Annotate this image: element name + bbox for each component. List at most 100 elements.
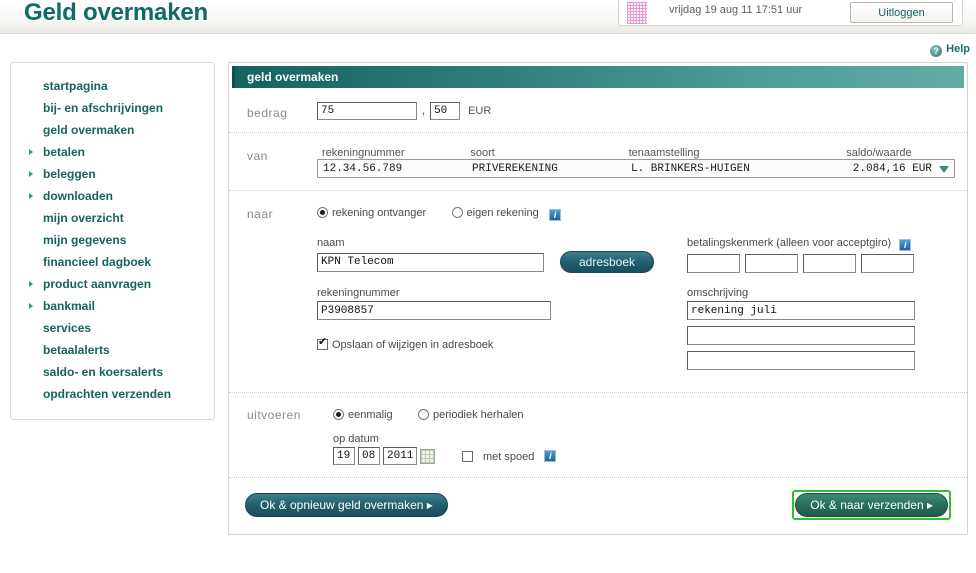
from-account-section: van rekeningnummer soort tenaamstelling … xyxy=(229,133,967,191)
question-mark-icon: ? xyxy=(930,45,943,57)
from-account-balance: 2.084,16 EUR xyxy=(852,162,932,175)
radio-icon-unselected xyxy=(417,409,429,420)
sidebar-item-label: betalen xyxy=(43,145,86,159)
radio-periodiek-herhalen[interactable]: periodiek herhalen xyxy=(417,407,524,421)
sidebar-item-label: product aanvragen xyxy=(43,277,152,291)
betalingskenmerk-input-4[interactable] xyxy=(861,254,914,273)
sidebar-item-saldo-en-koersalerts[interactable]: saldo- en koersalerts xyxy=(11,361,214,383)
sidebar-item-services[interactable]: services xyxy=(11,317,214,339)
sidebar-item-label: financieel dagboek xyxy=(43,255,152,269)
info-icon[interactable]: i xyxy=(544,450,557,462)
date-day-input[interactable] xyxy=(333,447,355,465)
radio-rekening-ontvanger[interactable]: rekening ontvanger xyxy=(317,205,430,219)
radio-icon-selected xyxy=(317,207,328,218)
help-label: Help xyxy=(946,43,970,55)
radio-eigen-rekening[interactable]: eigen rekening xyxy=(451,205,543,219)
radio-label-receiver: rekening ontvanger xyxy=(332,207,427,219)
ok-and-new-transfer-button[interactable]: Ok & opnieuw geld overmaken ▸ xyxy=(245,493,448,517)
to-rekeningnummer-input[interactable] xyxy=(317,301,551,320)
from-label: van xyxy=(247,149,268,163)
sidebar-item-mijn-overzicht[interactable]: mijn overzicht xyxy=(11,207,214,229)
sidebar-item-geld-overmaken[interactable]: geld overmaken xyxy=(11,119,214,141)
betalingskenmerk-input-2[interactable] xyxy=(745,254,798,273)
top-bar: Geld overmaken vrijdag 19 aug 11 17:51 u… xyxy=(0,0,976,34)
ok-and-send-button[interactable]: Ok & naar verzenden ▸ xyxy=(795,493,948,517)
from-account-table: rekeningnummer soort tenaamstelling sald… xyxy=(317,147,955,178)
column-header-soort: soort xyxy=(470,147,495,159)
sidebar-item-label: mijn overzicht xyxy=(43,211,124,225)
caret-right-icon xyxy=(29,149,33,155)
to-right-column: betalingskenmerk (alleen voor acceptgiro… xyxy=(687,237,925,370)
amount-label: bedrag xyxy=(247,106,288,120)
omschrijving-label: omschrijving xyxy=(687,287,749,299)
betalingskenmerk-inputs xyxy=(687,254,925,273)
met-spoed-label: met spoed xyxy=(483,451,535,463)
info-icon[interactable]: i xyxy=(549,209,562,221)
sidebar-item-label: bankmail xyxy=(43,299,96,313)
focus-ring: Ok & naar verzenden ▸ xyxy=(792,490,951,520)
checkbox-icon-unchecked xyxy=(462,451,473,462)
help-row: ? Help xyxy=(0,34,976,62)
session-date: vrijdag 19 aug 11 17:51 uur xyxy=(669,4,803,16)
amount-cents-input[interactable] xyxy=(430,102,461,120)
sidebar-item-opdrachten-verzenden[interactable]: opdrachten verzenden xyxy=(11,383,214,405)
sidebar-item-product-aanvragen[interactable]: product aanvragen xyxy=(11,273,214,295)
save-to-addressbook-checkbox[interactable]: Opslaan of wijzigen in adresboek xyxy=(317,337,687,351)
sidebar-item-bankmail[interactable]: bankmail xyxy=(11,295,214,317)
column-header-rekeningnummer: rekeningnummer xyxy=(322,147,405,159)
date-year-input[interactable] xyxy=(383,447,417,465)
session-info-box: vrijdag 19 aug 11 17:51 uur Uitloggen xyxy=(618,0,963,26)
sidebar-item-betaalalerts[interactable]: betaalalerts xyxy=(11,339,214,361)
checkbox-icon-checked xyxy=(317,337,328,350)
omschrijving-input-1[interactable] xyxy=(687,301,915,320)
sidebar-item-bij-en-afschrijvingen[interactable]: bij- en afschrijvingen xyxy=(11,97,214,119)
met-spoed-checkbox[interactable]: met spoed xyxy=(462,449,534,463)
caret-right-icon xyxy=(29,193,33,199)
radio-icon-selected xyxy=(333,409,344,420)
amount-fields: , EUR xyxy=(317,102,951,120)
sidebar-item-financieel-dagboek[interactable]: financieel dagboek xyxy=(11,251,214,273)
from-account-holder: L. BRINKERS-HUIGEN xyxy=(631,162,750,175)
omschrijving-input-2[interactable] xyxy=(687,326,915,345)
radio-eenmalig[interactable]: eenmalig xyxy=(333,407,396,421)
radio-label-once: eenmalig xyxy=(348,409,393,421)
to-left-column: naam adresboek rekeningnummer Opslaan of… xyxy=(317,237,687,370)
save-to-addressbook-label: Opslaan of wijzigen in adresboek xyxy=(332,339,494,351)
execute-frequency-radios: eenmalig periodiek herhalen xyxy=(333,407,951,421)
execute-date-block: op datum met spoed i xyxy=(333,433,951,465)
naam-input[interactable] xyxy=(317,252,544,272)
sidebar-item-downloaden[interactable]: downloaden xyxy=(11,185,214,207)
betalingskenmerk-input-1[interactable] xyxy=(687,254,740,273)
amount-euros-input[interactable] xyxy=(317,102,417,120)
sidebar-item-startpagina[interactable]: startpagina xyxy=(11,75,214,97)
execute-section: uitvoeren eenmalig periodiek herhalen op… xyxy=(229,393,967,478)
from-account-type: PRIVEREKENING xyxy=(472,162,558,175)
adresboek-button[interactable]: adresboek xyxy=(560,251,654,273)
chevron-down-icon[interactable] xyxy=(939,166,949,173)
column-header-tenaamstelling: tenaamstelling xyxy=(628,147,700,159)
form-actions: Ok & opnieuw geld overmaken ▸ Ok & naar … xyxy=(229,478,967,534)
from-account-number: 12.34.56.789 xyxy=(323,162,403,175)
grid-icon xyxy=(627,2,647,24)
logout-button[interactable]: Uitloggen xyxy=(850,2,953,23)
from-account-row[interactable]: 12.34.56.789 PRIVEREKENING L. BRINKERS-H… xyxy=(317,159,955,178)
sidebar: startpagina bij- en afschrijvingen geld … xyxy=(10,62,215,420)
help-link[interactable]: ? Help xyxy=(930,43,970,57)
sidebar-item-mijn-gegevens[interactable]: mijn gegevens xyxy=(11,229,214,251)
betalingskenmerk-input-3[interactable] xyxy=(803,254,856,273)
radio-label-periodic: periodiek herhalen xyxy=(432,409,524,421)
naam-label: naam xyxy=(317,237,345,249)
date-month-input[interactable] xyxy=(358,447,380,465)
op-datum-label: op datum xyxy=(333,433,379,445)
calendar-icon[interactable] xyxy=(420,448,435,464)
omschrijving-input-3[interactable] xyxy=(687,351,915,370)
sidebar-item-label: downloaden xyxy=(43,189,113,203)
betalingskenmerk-label: betalingskenmerk (alleen voor acceptgiro… xyxy=(687,237,925,251)
to-label: naar xyxy=(247,207,274,221)
sidebar-item-label: mijn gegevens xyxy=(43,233,127,247)
info-icon[interactable]: i xyxy=(899,239,912,251)
sidebar-item-beleggen[interactable]: beleggen xyxy=(11,163,214,185)
sidebar-item-label: geld overmaken xyxy=(43,123,135,137)
transfer-form-panel: geld overmaken bedrag , EUR van rekening… xyxy=(228,62,968,535)
sidebar-item-betalen[interactable]: betalen xyxy=(11,141,214,163)
